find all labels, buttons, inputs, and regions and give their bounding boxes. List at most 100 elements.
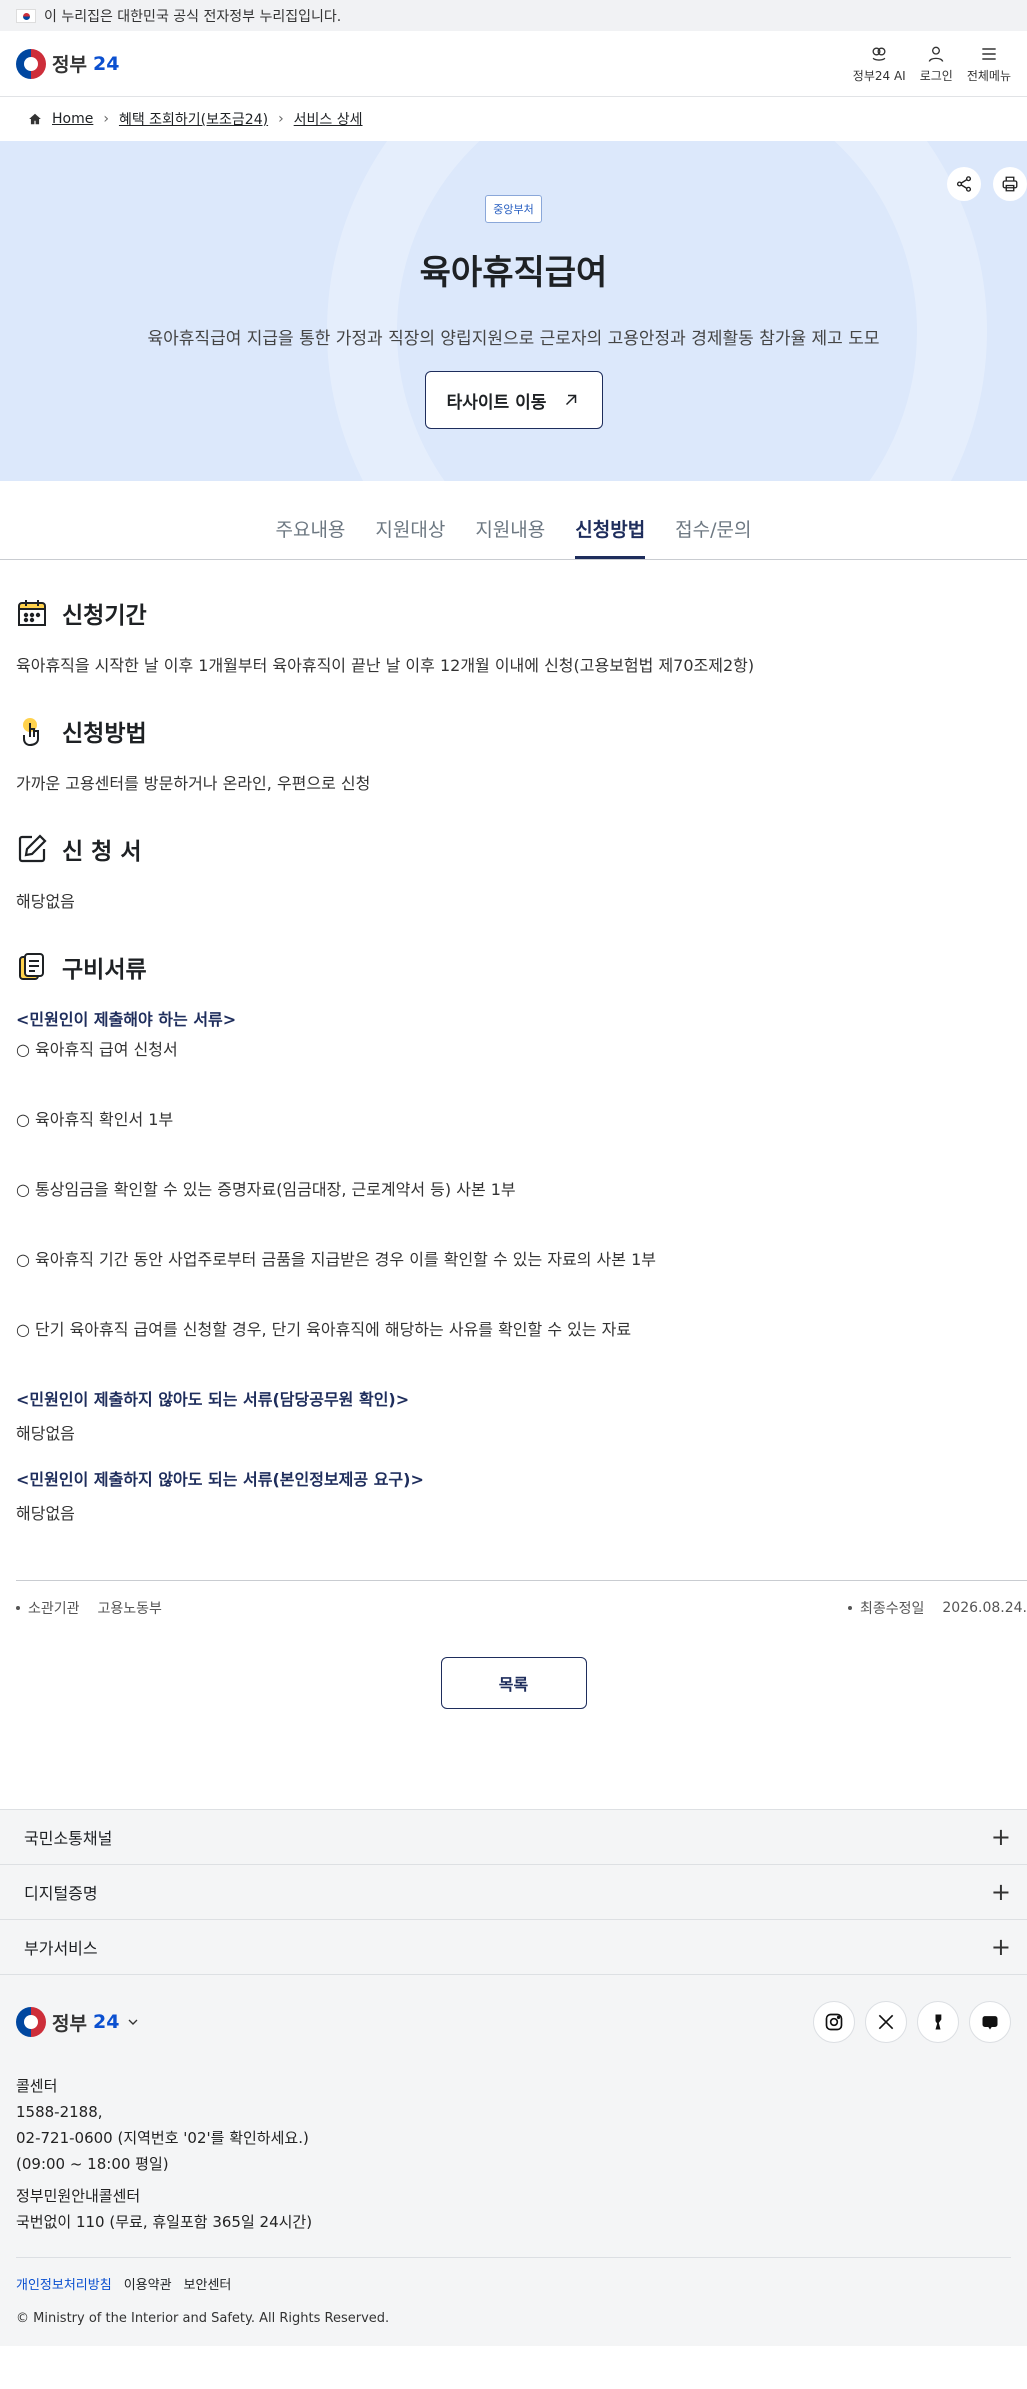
list-item: ○ 육아휴직 확인서 1부 <box>16 1110 174 1129</box>
footer-links: 개인정보처리방침 이용약관 보안센터 <box>16 2257 1011 2293</box>
section-body: 가까운 고용센터를 방문하거나 온라인, 우편으로 신청 <box>16 774 371 793</box>
accordion-label: 국민소통채널 <box>24 1829 113 1848</box>
plus-icon: + <box>990 1933 1011 1961</box>
accordion-item-extra[interactable]: 부가서비스 + <box>0 1920 1027 1975</box>
header: 정부 24 정부24 AI 로그인 전체메뉴 <box>0 31 1027 97</box>
logo[interactable]: 정부 24 <box>16 48 120 79</box>
section-body: 해당없음 <box>16 892 75 911</box>
logo-num: 24 <box>92 52 120 75</box>
section-body: 육아휴직을 시작한 날 이후 1개월부터 육아휴직이 끝난 날 이후 12개월 … <box>16 656 755 675</box>
service-description: 육아휴직급여 지급을 통한 가정과 직장의 양립지원으로 근로자의 고용안정과 … <box>147 329 880 349</box>
callcenter-info: 콜센터 1588-2188, 02-721-0600 (지역번호 '02'를 확… <box>16 2073 1011 2235</box>
home-icon <box>29 113 41 125</box>
ai-icon <box>872 47 886 61</box>
section-form: 신 청 서 해당없음 <box>16 832 1027 914</box>
chevron-right-icon: › <box>278 111 284 127</box>
breadcrumb-home[interactable]: Home <box>52 111 93 127</box>
content: 신청기간 육아휴직을 시작한 날 이후 1개월부터 육아휴직이 끝난 날 이후 … <box>0 596 1027 1635</box>
footer-accordion: 국민소통채널 + 디지털증명 + 부가서비스 + <box>0 1809 1027 1975</box>
footer-line: 국번없이 110 (무료, 휴일포함 365일 24시간) <box>16 2213 313 2231</box>
instagram-button[interactable] <box>813 2001 855 2043</box>
footer-line: (09:00 ~ 18:00 평일) <box>16 2155 169 2173</box>
accordion-label: 부가서비스 <box>24 1939 98 1958</box>
list-item: ○ 통상임금을 확인할 수 있는 증명자료(임금대장, 근로계약서 등) 사본 … <box>16 1180 516 1199</box>
section-method: 신청방법 가까운 고용센터를 방문하거나 온라인, 우편으로 신청 <box>16 714 1027 796</box>
updated-value: 2026.08.24. <box>942 1600 1027 1616</box>
accordion-item-digital[interactable]: 디지털증명 + <box>0 1865 1027 1920</box>
section-docs: 구비서류 <민원인이 제출해야 하는 서류> ○ 육아휴직 급여 신청서 ○ 육… <box>16 950 1027 1524</box>
docs-self-body: 해당없음 <box>16 1504 75 1523</box>
user-icon <box>928 46 944 62</box>
external-site-button[interactable]: 타사이트 이동 <box>424 371 603 429</box>
tab-bar: 주요내용 지원대상 지원내용 신청방법 접수/문의 <box>0 481 1027 560</box>
copyright: © Ministry of the Interior and Safety. A… <box>16 2311 390 2326</box>
docs-official-body: 해당없음 <box>16 1424 75 1443</box>
privacy-link[interactable]: 개인정보처리방침 <box>16 2274 112 2293</box>
tab-target[interactable]: 지원대상 <box>375 515 445 559</box>
footer: 정부 24 콜센터 1588-2188, 02-721-0600 (지역번호 '0… <box>0 1975 1027 2346</box>
menu-label: 전체메뉴 <box>966 68 1011 83</box>
docs-subhead-self: <민원인이 제출하지 않아도 되는 서류(본인정보제공 요구)> <box>16 1470 424 1489</box>
tab-support[interactable]: 지원내용 <box>475 515 545 559</box>
chevron-down-icon <box>128 2019 138 2025</box>
gov-logo-icon <box>16 48 46 79</box>
kakao-story-icon <box>935 2014 942 2030</box>
arrow-up-right-icon <box>566 394 577 406</box>
share-button[interactable] <box>947 167 981 201</box>
footer-logo-text: 정부 <box>52 2012 87 2035</box>
blog-button[interactable] <box>969 2001 1011 2043</box>
touch-hand-icon <box>23 718 39 747</box>
instagram-icon <box>825 2013 843 2031</box>
kakao-story-button[interactable] <box>917 2001 959 2043</box>
list-item: ○ 육아휴직 급여 신청서 <box>16 1040 178 1059</box>
docs-subhead-official: <민원인이 제출하지 않아도 되는 서류(담당공무원 확인)> <box>16 1390 410 1409</box>
accordion-label: 디지털증명 <box>24 1884 98 1903</box>
print-button[interactable] <box>993 167 1027 201</box>
document-icon <box>19 953 44 980</box>
tab-apply[interactable]: 신청방법 <box>575 515 646 559</box>
breadcrumb-benefit[interactable]: 혜택 조회하기(보조금24) <box>119 109 268 129</box>
gov-banner: 이 누리집은 대한민국 공식 전자정부 누리집입니다. <box>0 0 1027 31</box>
ai-button[interactable]: 정부24 AI <box>853 44 906 84</box>
menu-button[interactable]: 전체메뉴 <box>967 44 1011 84</box>
footer-line: 1588-2188, <box>16 2103 103 2121</box>
korea-flag-icon <box>16 8 36 23</box>
accordion-item-channel[interactable]: 국민소통채널 + <box>0 1810 1027 1865</box>
terms-link[interactable]: 이용약관 <box>124 2274 172 2293</box>
footer-line: 02-721-0600 (지역번호 '02'를 확인하세요.) <box>16 2129 309 2147</box>
breadcrumb: Home › 혜택 조회하기(보조금24) › 서비스 상세 <box>0 97 1027 141</box>
security-link[interactable]: 보안센터 <box>184 2274 232 2293</box>
docs-subhead-required: <민원인이 제출해야 하는 서류> <box>16 1010 237 1029</box>
section-title: 신 청 서 <box>62 839 142 865</box>
x-button[interactable] <box>865 2001 907 2043</box>
list-button[interactable]: 목록 <box>440 1657 587 1709</box>
logo-text: 정부 <box>52 54 87 76</box>
agency-value: 고용노동부 <box>97 1601 162 1617</box>
chevron-right-icon: › <box>103 111 109 127</box>
section-title: 신청기간 <box>62 603 147 629</box>
login-button[interactable]: 로그인 <box>920 44 953 84</box>
hero: 중앙부처 육아휴직급여 육아휴직급여 지급을 통한 가정과 직장의 양립지원으로… <box>0 141 1027 481</box>
edit-icon <box>18 834 47 863</box>
footer-logo[interactable]: 정부 24 <box>16 2007 141 2037</box>
list-item: ○ 단기 육아휴직 급여를 신청할 경우, 단기 육아휴직에 해당하는 사유를 … <box>16 1320 632 1339</box>
blog-icon <box>982 2016 998 2030</box>
ai-label: 정부24 AI <box>852 68 906 83</box>
calendar-icon <box>18 600 46 626</box>
print-icon <box>1002 176 1018 192</box>
footer-logo-num: 24 <box>92 2011 120 2033</box>
tab-contact[interactable]: 접수/문의 <box>675 515 751 559</box>
tab-main[interactable]: 주요내용 <box>275 515 345 559</box>
x-icon <box>878 2014 894 2030</box>
external-site-label: 타사이트 이동 <box>446 392 547 413</box>
footer-line: 콜센터 <box>16 2077 58 2095</box>
breadcrumb-current[interactable]: 서비스 상세 <box>294 109 363 129</box>
agency-label: 소관기관 <box>28 1601 80 1617</box>
plus-icon: + <box>990 1823 1011 1851</box>
gov-banner-text: 이 누리집은 대한민국 공식 전자정부 누리집입니다. <box>44 8 342 25</box>
gov-logo-icon <box>16 2007 46 2037</box>
menu-icon <box>982 47 996 60</box>
login-label: 로그인 <box>919 68 953 83</box>
section-period: 신청기간 육아휴직을 시작한 날 이후 1개월부터 육아휴직이 끝난 날 이후 … <box>16 596 1027 678</box>
section-title: 신청방법 <box>62 721 147 747</box>
